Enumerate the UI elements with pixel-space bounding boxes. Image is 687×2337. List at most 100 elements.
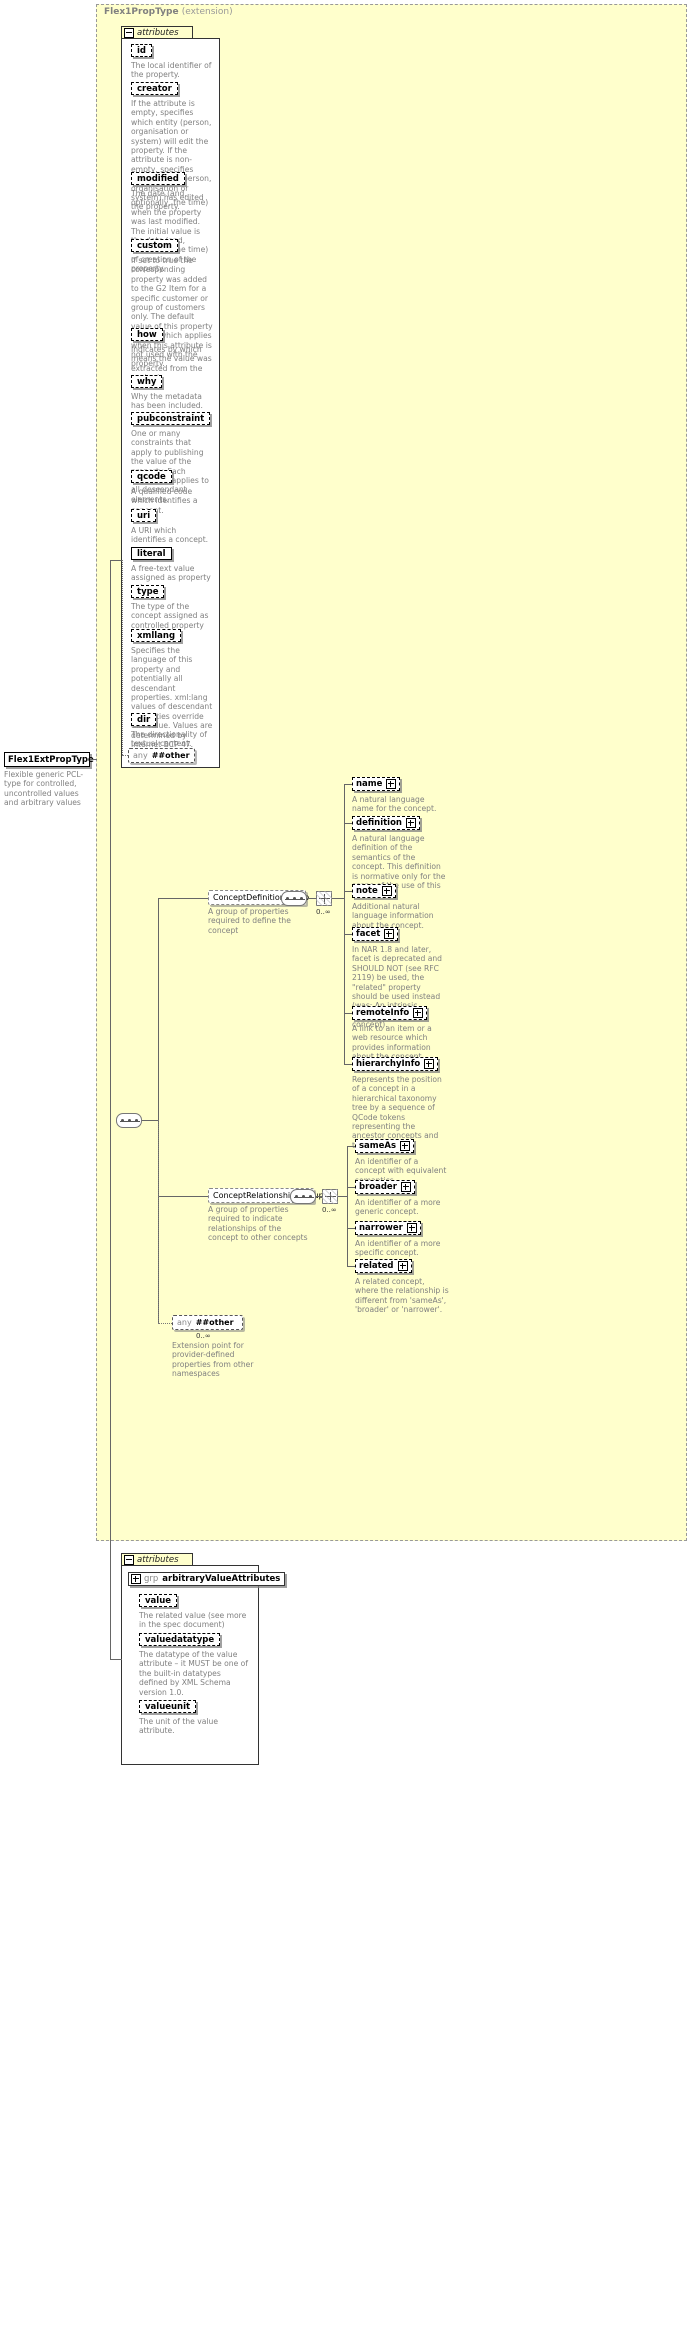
attribute-chip-custom[interactable]: custom	[131, 239, 178, 252]
occurs-label-crg: 0..∞	[322, 1206, 337, 1214]
element-box-hierarchyinfo[interactable]: hierarchyInfo	[352, 1057, 439, 1071]
element-label-hierarchyinfo: hierarchyInfo	[356, 1059, 421, 1069]
attribute-chip-modified[interactable]: modified	[131, 172, 185, 185]
element-desc-broader: An identifier of a more generic concept.	[355, 1198, 441, 1217]
attribute-name-why: why	[137, 376, 157, 387]
connector-cdg-hierarchyinfo	[344, 1064, 352, 1065]
element-label-remoteinfo: remoteInfo	[356, 1008, 410, 1018]
minus-expander-icon[interactable]	[124, 28, 134, 38]
attribute-chip-xmllang[interactable]: xmllang	[131, 629, 182, 642]
element-box-definition[interactable]: definition	[352, 816, 420, 830]
sequence-compositor-icon-crg[interactable]	[290, 1189, 316, 1204]
plus-expander-icon-facet[interactable]	[384, 929, 395, 939]
sequence-compositor-icon[interactable]	[116, 1113, 142, 1128]
connector-root-to-bottom-attrs-v	[110, 759, 111, 1659]
connector-cdg-remoteinfo	[344, 1013, 352, 1014]
connector-spine-top	[110, 560, 122, 561]
plus-expander-icon-name[interactable]	[386, 779, 397, 789]
attribute-chip-why[interactable]: why	[131, 375, 163, 388]
element-label-name: name	[356, 779, 383, 789]
element-label-facet: facet	[356, 929, 381, 939]
attribute-desc-id: The local identifier of the property.	[131, 61, 212, 80]
root-type-box[interactable]: Flex1ExtPropType	[4, 752, 94, 767]
attribute-chip-valuedatatype[interactable]: valuedatatype	[139, 1633, 221, 1646]
element-box-note[interactable]: note	[352, 884, 396, 898]
attributes-any-other[interactable]: any ##other	[128, 748, 195, 763]
attribute-group-kind-label: grp	[144, 1574, 159, 1584]
connector-dotted-attrs	[122, 560, 123, 755]
any-label-content: any	[177, 1318, 192, 1327]
root-type-description: Flexible generic PCL-type for controlled…	[4, 770, 84, 808]
element-box-narrower[interactable]: narrower	[355, 1221, 421, 1235]
element-box-remoteinfo[interactable]: remoteInfo	[352, 1006, 428, 1020]
attribute-group-name: arbitraryValueAttributes	[162, 1574, 281, 1584]
connector-cdg-note	[344, 891, 352, 892]
connector-cdg-members-spine	[344, 784, 345, 1024]
element-box-facet[interactable]: facet	[352, 927, 399, 941]
unbounded-hatch-cdg	[316, 891, 332, 906]
element-desc-narrower: An identifier of a more specific concept…	[355, 1239, 441, 1258]
attribute-name-qcode: qcode	[137, 471, 166, 482]
attribute-desc-valuedatatype: The datatype of the value attribute – it…	[139, 1650, 249, 1697]
connector-crg-broader	[347, 1187, 355, 1188]
attributes-section-label: attributes	[137, 28, 179, 38]
attribute-name-value: value	[145, 1595, 172, 1606]
plus-expander-icon-note[interactable]	[381, 886, 392, 896]
element-box-broader[interactable]: broader	[355, 1180, 415, 1194]
element-label-related: related	[359, 1261, 394, 1271]
attribute-chip-qcode[interactable]: qcode	[131, 470, 172, 483]
content-any-other[interactable]: any ##other	[172, 1315, 243, 1330]
any-namespace: ##other	[151, 751, 190, 760]
connector-crg-members-spine	[347, 1146, 348, 1266]
plus-expander-icon-definition[interactable]	[405, 818, 416, 828]
attribute-chip-valueunit[interactable]: valueunit	[139, 1700, 197, 1713]
attribute-name-id: id	[137, 45, 146, 56]
element-box-related[interactable]: related	[355, 1259, 412, 1273]
connector-dotted-anycm-v	[158, 1120, 159, 1323]
attribute-chip-uri[interactable]: uri	[131, 509, 157, 522]
plus-expander-icon-related[interactable]	[397, 1261, 408, 1271]
plus-expander-icon-remoteinfo[interactable]	[413, 1008, 424, 1018]
element-box-name[interactable]: name	[352, 777, 401, 791]
attribute-chip-how[interactable]: how	[131, 328, 163, 341]
attribute-chip-id[interactable]: id	[131, 44, 152, 57]
connector-cdg-repeat-out	[332, 898, 344, 899]
connector-seq-out	[142, 1120, 158, 1121]
minus-expander-icon-bottom[interactable]	[124, 1555, 134, 1565]
base-type-qualifier: (extension)	[181, 7, 233, 17]
attribute-group-chip[interactable]: grp arbitraryValueAttributes	[128, 1572, 286, 1586]
plus-expander-icon-narrower[interactable]	[406, 1223, 417, 1233]
attribute-name-creator: creator	[137, 83, 172, 94]
element-desc-related: A related concept, where the relationshi…	[355, 1277, 449, 1315]
sequence-compositor-icon-cdg[interactable]	[281, 891, 307, 906]
attribute-desc-uri: A URI which identifies a concept.	[131, 526, 209, 545]
occurs-label-cdg: 0..∞	[316, 908, 331, 916]
attribute-name-valuedatatype: valuedatatype	[145, 1634, 215, 1645]
attribute-name-uri: uri	[137, 510, 151, 521]
connector-cdg-facet	[344, 934, 352, 935]
connector-cdg-spine-ext	[344, 1024, 345, 1064]
root-type-label: Flex1ExtPropType	[8, 754, 94, 765]
plus-expander-icon-broader[interactable]	[400, 1182, 411, 1192]
element-box-sameas[interactable]: sameAs	[355, 1139, 415, 1153]
connector-crg-repeat-out	[338, 1196, 347, 1197]
element-label-sameas: sameAs	[359, 1141, 397, 1151]
xsd-diagram-canvas: Flex1PropType (extension) attributes id …	[0, 0, 687, 2337]
attribute-chip-literal[interactable]: literal	[131, 547, 172, 560]
element-desc-remoteinfo: A link to an item or a web resource whic…	[352, 1024, 432, 1061]
plus-expander-icon-sameas[interactable]	[400, 1141, 411, 1151]
element-label-broader: broader	[359, 1182, 397, 1192]
attribute-chip-creator[interactable]: creator	[131, 82, 178, 95]
attribute-desc-why: Why the metadata has been included.	[131, 392, 203, 411]
attribute-name-valueunit: valueunit	[145, 1701, 191, 1712]
attribute-desc-value: The related value (see more in the spec …	[139, 1611, 247, 1630]
plus-expander-icon-hierarchyinfo[interactable]	[424, 1059, 435, 1069]
attribute-chip-type[interactable]: type	[131, 585, 165, 598]
attribute-chip-value[interactable]: value	[139, 1594, 178, 1607]
connector-cdg-name	[344, 784, 352, 785]
plus-expander-icon-grp[interactable]	[131, 1574, 141, 1584]
attribute-chip-dir[interactable]: dir	[131, 713, 157, 726]
connector-dotted-attrs-any	[122, 755, 128, 756]
attribute-chip-pubconstraint[interactable]: pubconstraint	[131, 412, 211, 425]
occurs-label-any: 0..∞	[196, 1332, 211, 1340]
